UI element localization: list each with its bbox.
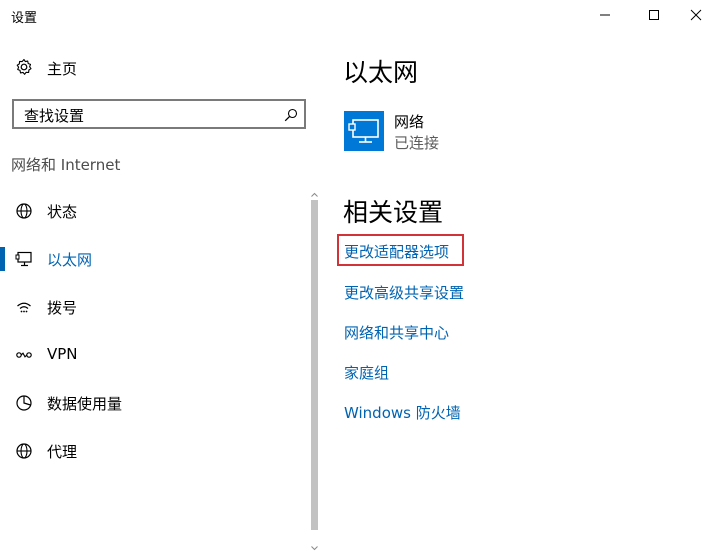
scroll-thumb[interactable]	[311, 200, 318, 530]
link-network-sharing-center[interactable]: 网络和共享中心	[344, 322, 449, 343]
globe-proxy-icon	[15, 442, 33, 460]
nav-item-proxy[interactable]: 代理	[0, 431, 306, 471]
nav-item-ethernet-label: 以太网	[47, 251, 93, 269]
nav-item-vpn[interactable]: VPN	[0, 335, 306, 375]
scroll-up-arrow-icon[interactable]	[308, 186, 321, 198]
nav-item-status-label: 状态	[47, 203, 78, 221]
nav-home[interactable]: 主页	[0, 52, 320, 84]
nav-scrollbar[interactable]	[308, 186, 321, 551]
link-change-adapter-options[interactable]: 更改适配器选项	[344, 241, 449, 262]
minimize-button[interactable]	[582, 0, 628, 30]
minimize-icon	[600, 14, 610, 16]
network-status: 已连接	[394, 134, 440, 152]
related-settings-title: 相关设置	[343, 198, 444, 227]
network-name[interactable]: 网络	[394, 111, 424, 132]
ethernet-icon	[15, 250, 33, 268]
link-windows-firewall[interactable]: Windows 防火墙	[344, 402, 461, 423]
window-title: 设置	[11, 11, 38, 26]
gear-icon	[15, 58, 33, 76]
scroll-down-arrow-icon[interactable]	[308, 539, 321, 551]
maximize-icon	[649, 10, 659, 20]
dialup-icon	[15, 298, 33, 316]
nav-home-label: 主页	[47, 60, 78, 78]
search-icon[interactable]	[284, 107, 298, 122]
link-advanced-sharing[interactable]: 更改高级共享设置	[344, 282, 464, 303]
nav-item-ethernet[interactable]: 以太网	[0, 239, 306, 279]
selection-indicator	[0, 247, 5, 271]
nav-section-header: 网络和 Internet	[11, 156, 121, 174]
nav-item-dialup[interactable]: 拨号	[0, 287, 306, 327]
search-placeholder: 查找设置	[24, 107, 85, 125]
monitor-network-icon[interactable]	[344, 111, 384, 151]
nav-item-vpn-label: VPN	[47, 345, 78, 363]
title-bar[interactable]: 设置	[0, 0, 719, 32]
nav-item-dialup-label: 拨号	[47, 299, 78, 317]
data-usage-icon	[15, 394, 33, 412]
page-title: 以太网	[343, 58, 419, 87]
link-homegroup[interactable]: 家庭组	[344, 362, 389, 383]
nav-item-data-usage-label: 数据使用量	[47, 395, 123, 413]
globe-status-icon	[15, 202, 33, 220]
settings-window: 设置 主页 查找设置 网络和 Internet 状态 以太网 拨号 VPN 数据…	[0, 0, 719, 551]
close-button[interactable]	[673, 0, 719, 30]
nav-item-proxy-label: 代理	[47, 443, 78, 461]
nav-item-status[interactable]: 状态	[0, 191, 306, 231]
nav-item-data-usage[interactable]: 数据使用量	[0, 383, 306, 423]
vpn-icon	[15, 346, 33, 364]
close-icon	[690, 9, 702, 21]
search-input[interactable]: 查找设置	[12, 99, 306, 129]
maximize-button[interactable]	[631, 0, 677, 30]
